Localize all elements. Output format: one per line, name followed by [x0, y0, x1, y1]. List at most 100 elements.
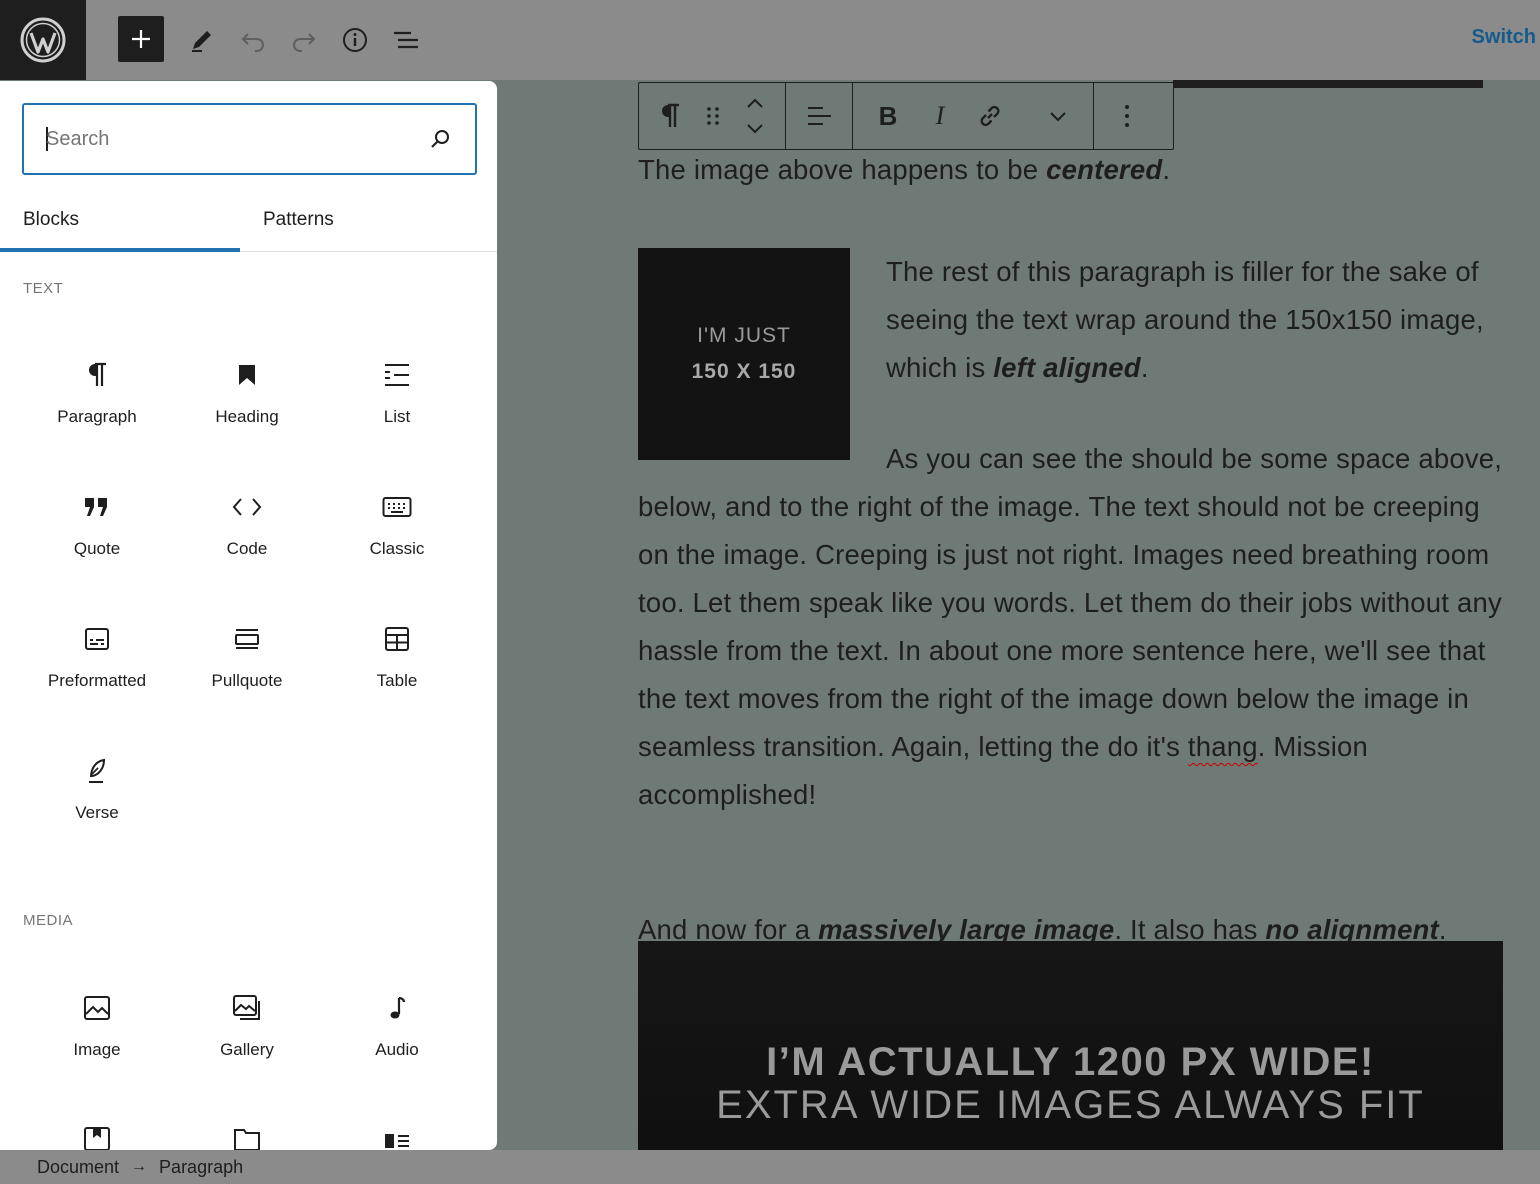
block-item-gallery[interactable]: Gallery: [172, 958, 322, 1090]
breadcrumb-document[interactable]: Document: [37, 1157, 119, 1178]
block-item-code[interactable]: Code: [172, 457, 322, 589]
redo-button[interactable]: [278, 14, 330, 66]
image-text-line1: I'M JUST: [697, 324, 791, 347]
misspelled-word[interactable]: thang: [1188, 731, 1258, 762]
block-label: Pullquote: [211, 671, 283, 690]
section-title-text: TEXT: [23, 280, 64, 297]
bookmark-icon: [229, 357, 265, 393]
block-label: Heading: [215, 407, 279, 426]
search-box: [22, 103, 477, 175]
cover-icon[interactable]: [22, 1124, 172, 1150]
edit-tools-button[interactable]: [176, 14, 228, 66]
large-image[interactable]: I’M ACTUALLY 1200 PX WIDE! EXTRA WIDE IM…: [638, 941, 1503, 1150]
editor-canvas[interactable]: B I The image above happens to be center…: [497, 80, 1540, 1150]
drag-handle-icon: [707, 107, 719, 125]
tab-patterns[interactable]: Patterns: [240, 197, 480, 252]
move-up-down-button[interactable]: [733, 93, 777, 139]
paragraph-text: As you can see the should be some space …: [638, 443, 1503, 810]
block-item-pullquote[interactable]: Pullquote: [172, 589, 322, 721]
inserter-tabs: Blocks Patterns: [0, 197, 497, 252]
table-icon: [379, 621, 415, 657]
info-icon: [343, 28, 367, 52]
feather-icon: [79, 753, 115, 789]
italic-button[interactable]: I: [917, 93, 963, 139]
image-edge: [1173, 80, 1483, 88]
format-group: B I: [853, 83, 1094, 149]
block-label: Paragraph: [57, 407, 137, 426]
chevron-up-down-icon: [747, 98, 763, 134]
block-label: Verse: [75, 803, 119, 822]
block-label: Image: [73, 1040, 121, 1059]
keyboard-icon: [379, 489, 415, 525]
options-group: [1094, 83, 1160, 149]
block-item-paragraph[interactable]: Paragraph: [22, 325, 172, 457]
align-left-icon: [808, 107, 831, 125]
breadcrumb: Document → Paragraph: [0, 1150, 1540, 1184]
link-icon: [980, 105, 1000, 127]
block-label: Audio: [375, 1040, 419, 1059]
block-item-classic[interactable]: Classic: [322, 457, 472, 589]
search-input[interactable]: [46, 127, 429, 151]
list-view-button[interactable]: [380, 14, 432, 66]
paragraph-block-float[interactable]: I'M JUST 150 X 150 The rest of this para…: [638, 248, 1508, 819]
image-icon: [79, 990, 115, 1026]
arrow-right-icon: →: [131, 1158, 148, 1175]
paragraph-transform-button[interactable]: [647, 93, 693, 139]
partial-blocks-row: [22, 1124, 473, 1150]
block-item-table[interactable]: Table: [322, 589, 472, 721]
plus-icon: [132, 30, 150, 48]
undo-icon: [241, 33, 264, 52]
block-item-list[interactable]: List: [322, 325, 472, 457]
more-vertical-icon: [1125, 105, 1129, 127]
block-label: List: [383, 407, 411, 426]
redo-icon: [293, 33, 316, 52]
align-button[interactable]: [796, 93, 842, 139]
top-toolbar: Switch: [0, 0, 1540, 80]
image-150x150[interactable]: I'M JUST 150 X 150: [638, 248, 850, 460]
options-button[interactable]: [1104, 93, 1150, 139]
wordpress-logo-icon[interactable]: [0, 0, 86, 80]
block-label: Quote: [73, 539, 121, 558]
paragraph-icon: [662, 103, 679, 127]
block-item-heading[interactable]: Heading: [172, 325, 322, 457]
add-block-button[interactable]: [118, 16, 164, 62]
block-toolbar: B I: [638, 82, 1174, 150]
media-text-icon[interactable]: [322, 1124, 472, 1150]
section-title-media: MEDIA: [23, 912, 74, 929]
list-view-icon: [394, 31, 418, 49]
paragraph-block[interactable]: The image above happens to be centered.: [638, 146, 1508, 194]
block-label: Preformatted: [47, 671, 147, 690]
more-formats-button[interactable]: [1035, 93, 1081, 139]
code-icon: [229, 489, 265, 525]
details-button[interactable]: [329, 14, 381, 66]
media-blocks-grid: Image Gallery Audio: [22, 958, 473, 1090]
breadcrumb-paragraph[interactable]: Paragraph: [159, 1157, 243, 1178]
undo-button[interactable]: [227, 14, 279, 66]
block-item-preformatted[interactable]: Preformatted: [22, 589, 172, 721]
block-inserter-panel: Blocks Patterns TEXT Paragraph Heading L…: [0, 81, 497, 1150]
music-note-icon: [379, 990, 415, 1026]
paragraph-icon: [79, 357, 115, 393]
align-group: [786, 83, 853, 149]
block-item-image[interactable]: Image: [22, 958, 172, 1090]
quote-icon: [79, 489, 115, 525]
block-toolbar-group: [639, 83, 786, 149]
block-label: Gallery: [220, 1040, 274, 1059]
tab-blocks[interactable]: Blocks: [0, 197, 240, 252]
switch-link[interactable]: Switch: [1472, 26, 1536, 49]
block-item-quote[interactable]: Quote: [22, 457, 172, 589]
folder-icon[interactable]: [172, 1124, 322, 1150]
block-item-verse[interactable]: Verse: [22, 721, 172, 853]
chevron-down-icon: [1050, 112, 1066, 122]
bold-button[interactable]: B: [865, 93, 911, 139]
pencil-icon: [192, 31, 211, 52]
drag-handle[interactable]: [693, 93, 733, 139]
search-icon: [431, 130, 449, 148]
pullquote-icon: [229, 621, 265, 657]
gallery-icon: [229, 990, 265, 1026]
block-item-audio[interactable]: Audio: [322, 958, 472, 1090]
link-button[interactable]: [967, 93, 1013, 139]
large-image-text-line1: I’M ACTUALLY 1200 PX WIDE!: [766, 1040, 1375, 1084]
list-icon: [379, 357, 415, 393]
block-label: Table: [376, 671, 418, 690]
